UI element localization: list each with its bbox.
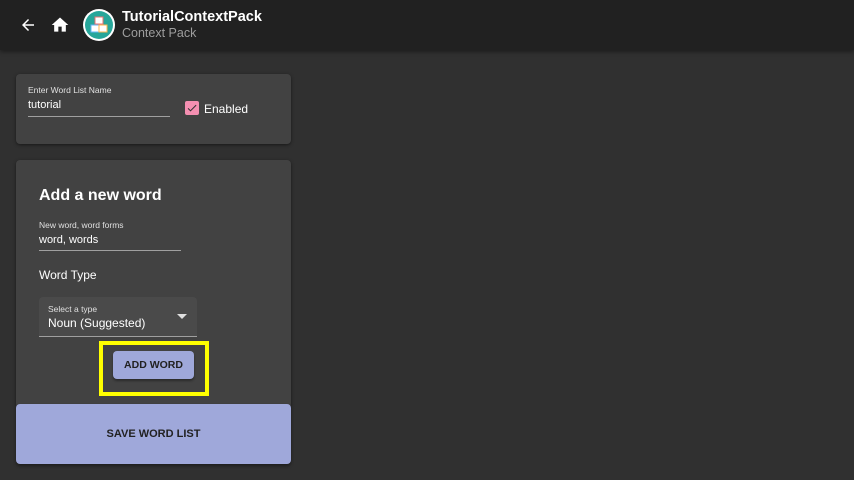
home-button[interactable] — [45, 10, 75, 40]
new-word-label: New word, word forms — [39, 220, 124, 230]
top-app-bar: TutorialContextPack Context Pack — [0, 0, 854, 50]
check-icon — [187, 104, 197, 112]
page-subtitle: Context Pack — [122, 26, 197, 40]
word-list-name-card: Enter Word List Name tutorial Enabled — [16, 74, 291, 144]
back-button[interactable] — [13, 10, 43, 40]
add-word-heading: Add a new word — [39, 187, 162, 204]
home-icon — [51, 17, 69, 32]
save-word-list-button[interactable]: SAVE WORD LIST — [16, 404, 291, 464]
word-list-name-underline — [28, 116, 170, 117]
dropdown-arrow-icon — [177, 314, 187, 319]
word-type-heading: Word Type — [39, 268, 97, 282]
app-logo — [83, 9, 115, 41]
add-word-button[interactable]: ADD WORD — [113, 351, 194, 379]
new-word-input[interactable]: word, words — [39, 234, 98, 246]
enabled-checkbox[interactable] — [185, 101, 199, 115]
word-blocks-logo-icon — [85, 11, 113, 39]
word-list-name-input[interactable]: tutorial — [28, 99, 61, 111]
word-type-select[interactable]: Select a type Noun (Suggested) — [39, 297, 197, 337]
word-type-select-label: Select a type — [48, 304, 98, 314]
new-word-underline — [39, 250, 181, 251]
word-list-name-label: Enter Word List Name — [28, 85, 112, 95]
word-type-select-value: Noun (Suggested) — [48, 316, 146, 330]
page-title: TutorialContextPack — [122, 9, 262, 25]
enabled-label: Enabled — [204, 102, 249, 116]
add-word-card: Add a new word New word, word forms word… — [16, 160, 291, 408]
arrow-back-icon — [22, 19, 34, 31]
